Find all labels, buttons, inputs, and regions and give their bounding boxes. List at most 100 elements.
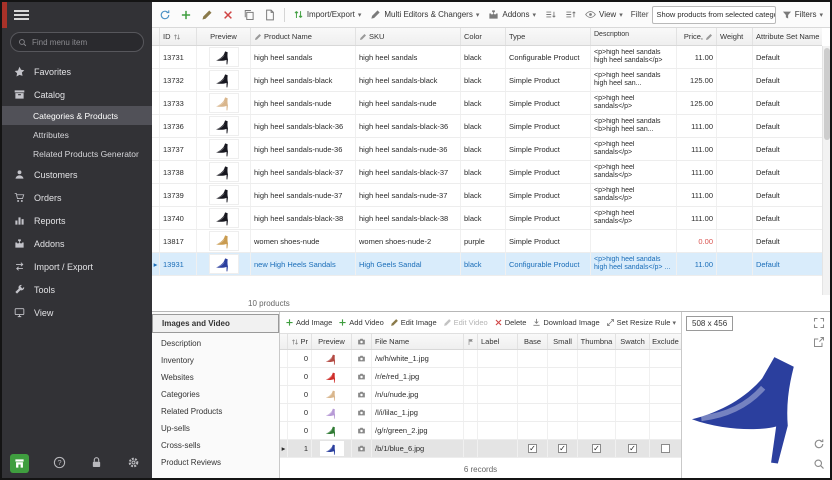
sidebar-item-reports[interactable]: Reports	[2, 209, 152, 232]
product-row[interactable]: 13732 high heel sandals-black high heel …	[152, 69, 822, 92]
column-header-swatch[interactable]: Swatch	[616, 334, 650, 349]
tab-related-products[interactable]: Related Products	[152, 403, 279, 420]
product-row[interactable]: 13817 women shoes-nude women shoes-nude-…	[152, 230, 822, 253]
view-menu[interactable]: View▾	[582, 7, 626, 22]
column-header-preview[interactable]: Preview	[197, 28, 251, 45]
image-row[interactable]: 0 /n/u/nude.jpg	[280, 386, 681, 404]
column-header-priority[interactable]: Pr	[288, 334, 312, 349]
column-header-attribute-set[interactable]: Attribute Set Name	[753, 28, 822, 45]
sidebar-item-categories-products[interactable]: Categories & Products	[2, 106, 152, 125]
filters-menu[interactable]: Filters▾	[779, 8, 826, 22]
tab-description[interactable]: Description	[152, 335, 279, 352]
help-button[interactable]	[53, 456, 66, 471]
row-marker	[152, 138, 160, 160]
add-product-button[interactable]	[177, 7, 195, 23]
column-header-id[interactable]: ID	[160, 28, 197, 45]
column-header-color[interactable]: Color	[461, 28, 506, 45]
grid-scrollbar[interactable]	[822, 46, 830, 295]
column-header-price[interactable]: Price,	[677, 28, 717, 45]
sidebar-item-addons[interactable]: Addons	[2, 232, 152, 255]
column-header-label[interactable]: Label	[478, 334, 518, 349]
refresh-button[interactable]	[156, 7, 174, 23]
rotate-button[interactable]	[813, 438, 825, 452]
sidebar-item-related-products-generator[interactable]: Related Products Generator	[2, 144, 152, 163]
column-header-type[interactable]: Type	[506, 28, 591, 45]
edit-product-button[interactable]	[198, 7, 216, 23]
product-row[interactable]: 13738 high heel sandals-black-37 high he…	[152, 161, 822, 184]
sidebar-item-attributes[interactable]: Attributes	[2, 125, 152, 144]
tab-inventory[interactable]: Inventory	[152, 352, 279, 369]
product-row[interactable]: 13737 high heel sandals-nude-36 high hee…	[152, 138, 822, 161]
fullscreen-button[interactable]	[813, 317, 825, 331]
column-header-file-name[interactable]: File Name	[372, 334, 464, 349]
expand-rows-button[interactable]	[542, 7, 559, 22]
sidebar-item-view[interactable]: View	[2, 301, 152, 324]
tab-up-sells[interactable]: Up-sells	[152, 420, 279, 437]
sidebar-item-orders[interactable]: Orders	[2, 186, 152, 209]
product-name-cell: high heel sandals-black-37	[251, 161, 356, 183]
swatch-checkbox[interactable]: ✓	[628, 444, 637, 453]
image-row[interactable]: 0 /g/r/green_2.jpg	[280, 422, 681, 440]
tab-product-reviews[interactable]: Product Reviews	[152, 454, 279, 471]
import-export-menu[interactable]: Import/Export▾	[290, 7, 365, 22]
image-row[interactable]: 0 /l/i/lilac_1.jpg	[280, 404, 681, 422]
tab-categories[interactable]: Categories	[152, 386, 279, 403]
column-header-weight[interactable]: Weight	[717, 28, 753, 45]
column-header-preview[interactable]: Preview	[312, 334, 352, 349]
sidebar-item-customers[interactable]: Customers	[2, 163, 152, 186]
small-checkbox[interactable]: ✓	[558, 444, 567, 453]
tab-images-and-video[interactable]: Images and Video	[152, 314, 279, 333]
column-header-small[interactable]: Small	[548, 334, 578, 349]
sidebar-item-catalog[interactable]: Catalog	[2, 83, 152, 106]
set-resize-rule-button[interactable]: Set Resize Rule▾	[604, 316, 678, 329]
delete-product-button[interactable]	[219, 7, 237, 23]
column-header-base[interactable]: Base	[518, 334, 548, 349]
add-image-button[interactable]: Add Image	[283, 316, 334, 329]
product-row[interactable]: 13731 high heel sandals high heel sandal…	[152, 46, 822, 69]
edit-video-button[interactable]: Edit Video	[441, 316, 490, 329]
sidebar-item-import-export[interactable]: Import / Export	[2, 255, 152, 278]
product-row[interactable]: 13740 high heel sandals-black-38 high he…	[152, 207, 822, 230]
store-button[interactable]	[10, 454, 29, 473]
row-marker	[152, 69, 160, 91]
download-image-button[interactable]: Download Image	[530, 316, 601, 329]
column-header-flag[interactable]	[464, 334, 478, 349]
column-header-media-type[interactable]	[352, 334, 372, 349]
product-row[interactable]: 13739 high heel sandals-nude-37 high hee…	[152, 184, 822, 207]
addons-menu[interactable]: Addons▾	[485, 7, 539, 22]
image-row[interactable]: 0 /r/e/red_1.jpg	[280, 368, 681, 386]
product-row[interactable]: 13736 high heel sandals-black-36 high he…	[152, 115, 822, 138]
settings-button[interactable]	[127, 456, 140, 471]
sidebar-item-tools[interactable]: Tools	[2, 278, 152, 301]
open-external-button[interactable]	[813, 336, 825, 350]
copy-button[interactable]	[240, 7, 258, 23]
menu-search-input[interactable]	[32, 38, 136, 47]
product-row[interactable]: 13733 high heel sandals-nude high heel s…	[152, 92, 822, 115]
column-header-product-name[interactable]: Product Name	[251, 28, 356, 45]
product-row[interactable]: ▸ 13931 new High Heels Sandals High Geel…	[152, 253, 822, 276]
add-video-button[interactable]: Add Video	[336, 316, 385, 329]
column-header-sku[interactable]: SKU	[356, 28, 461, 45]
tab-websites[interactable]: Websites	[152, 369, 279, 386]
delete-image-button[interactable]: Delete	[492, 316, 529, 329]
paste-button[interactable]	[261, 7, 279, 23]
image-row[interactable]: 0 /w/h/white_1.jpg	[280, 350, 681, 368]
sidebar-item-label: Addons	[34, 239, 65, 249]
multi-editors-menu[interactable]: Multi Editors & Changers▾	[367, 7, 482, 22]
column-header-thumbnail[interactable]: Thumbna	[578, 334, 616, 349]
image-row[interactable]: ▸ 1 /b/1/blue_6.jpg ✓ ✓ ✓ ✓	[280, 440, 681, 458]
collapse-rows-button[interactable]	[562, 7, 579, 22]
edit-image-button[interactable]: Edit Image	[388, 316, 439, 329]
lock-button[interactable]	[90, 456, 103, 471]
column-header-description[interactable]: Description	[591, 28, 677, 45]
column-header-exclude[interactable]: Exclude	[650, 334, 681, 349]
thumb-checkbox[interactable]: ✓	[592, 444, 601, 453]
sidebar-item-favorites[interactable]: Favorites	[2, 60, 152, 83]
grid-scrollbar-thumb[interactable]	[824, 48, 830, 140]
category-filter-select[interactable]: Show products from selected categories▾	[652, 6, 776, 24]
zoom-button[interactable]	[813, 458, 825, 472]
base-checkbox[interactable]: ✓	[528, 444, 537, 453]
exclude-checkbox[interactable]	[661, 444, 670, 453]
hamburger-button[interactable]	[2, 2, 152, 28]
tab-cross-sells[interactable]: Cross-sells	[152, 437, 279, 454]
